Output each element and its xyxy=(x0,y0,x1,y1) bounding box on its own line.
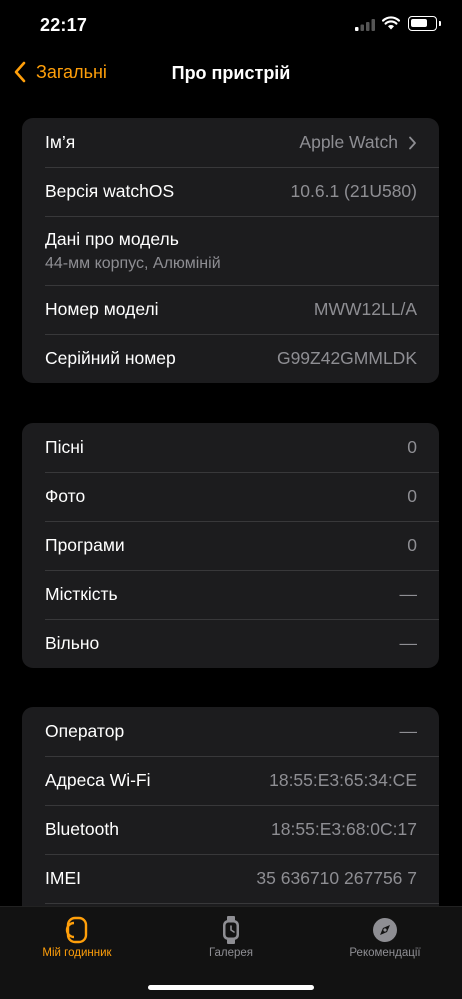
navigation-bar: Загальні Про пристрій xyxy=(0,50,462,98)
row-label: Оператор xyxy=(45,721,125,741)
row-value: 0 xyxy=(407,486,417,506)
row-subtitle: 44-мм корпус, Алюміній xyxy=(45,254,221,272)
page-title: Про пристрій xyxy=(171,63,291,83)
row-model-number: Номер моделі MWW12LL/A xyxy=(22,285,439,334)
row-label: Ім’я xyxy=(45,132,76,152)
wifi-icon xyxy=(382,16,400,30)
row-imei: IMEI 35 636710 267756 7 xyxy=(22,854,439,903)
row-label: Bluetooth xyxy=(45,819,119,839)
row-carrier: Оператор — xyxy=(22,707,439,756)
battery-tip xyxy=(439,21,441,26)
row-value: 10.6.1 (21U580) xyxy=(290,181,417,201)
row-name[interactable]: Ім’я Apple Watch xyxy=(22,118,439,167)
cellular-signal-icon xyxy=(355,19,375,31)
compass-icon xyxy=(373,918,397,942)
tab-my-watch[interactable]: Мій годинник xyxy=(0,907,154,977)
row-label: Версія watchOS xyxy=(45,181,175,201)
row-label: Дані про модель xyxy=(45,228,179,249)
status-time: 22:17 xyxy=(40,15,88,35)
watch-face-icon xyxy=(65,916,88,944)
row-value: Apple Watch xyxy=(299,132,398,152)
row-label: Вільно xyxy=(45,633,100,653)
row-available: Вільно — xyxy=(22,619,439,668)
row-value: MWW12LL/A xyxy=(313,299,417,319)
row-label: Номер моделі xyxy=(45,299,159,319)
row-songs: Пісні 0 xyxy=(22,423,439,472)
chevron-right-icon xyxy=(409,136,416,149)
row-value: — xyxy=(399,721,418,741)
row-label: Місткість xyxy=(45,584,118,604)
row-value: 18:55:E3:68:0C:17 xyxy=(271,819,417,839)
row-label: Програми xyxy=(45,535,125,555)
storage-group: Пісні 0 Фото 0 Програми 0 Місткість — Ві… xyxy=(22,423,439,668)
row-label: Фото xyxy=(45,486,86,506)
tab-recommendations[interactable]: Рекомендації xyxy=(308,907,462,977)
tab-gallery[interactable]: Галерея xyxy=(154,907,308,977)
watch-icon xyxy=(223,916,239,944)
row-bluetooth: Bluetooth 18:55:E3:68:0C:17 xyxy=(22,805,439,854)
row-value: — xyxy=(399,584,418,604)
row-model-info: Дані про модель 44-мм корпус, Алюміній xyxy=(22,216,439,285)
row-value: 0 xyxy=(407,437,417,457)
row-value: — xyxy=(399,633,418,653)
row-photos: Фото 0 xyxy=(22,472,439,521)
row-value: 18:55:E3:65:34:CE xyxy=(269,770,417,790)
home-indicator xyxy=(148,985,314,990)
tab-label: Мій годинник xyxy=(42,947,112,959)
device-info-group: Ім’я Apple Watch Версія watchOS 10.6.1 (… xyxy=(22,118,439,383)
tab-label: Галерея xyxy=(208,947,254,959)
row-value: 0 xyxy=(407,535,417,555)
battery-icon xyxy=(408,16,437,31)
row-label: Пісні xyxy=(45,437,84,457)
row-watchos-version: Версія watchOS 10.6.1 (21U580) xyxy=(22,167,439,216)
battery-fill xyxy=(411,19,427,27)
row-capacity: Місткість — xyxy=(22,570,439,619)
row-label: IMEI xyxy=(45,868,81,888)
tab-label: Рекомендації xyxy=(349,947,421,959)
row-apps: Програми 0 xyxy=(22,521,439,570)
row-value: 35 636710 267756 7 xyxy=(256,868,417,888)
row-wifi-address: Адреса Wi-Fi 18:55:E3:65:34:CE xyxy=(22,756,439,805)
row-serial-number: Серійний номер G99Z42GMMLDK xyxy=(22,334,439,383)
status-bar: 22:17 xyxy=(0,0,462,50)
row-value: G99Z42GMMLDK xyxy=(276,348,417,368)
row-label: Адреса Wi-Fi xyxy=(45,770,151,790)
row-label: Серійний номер xyxy=(45,348,176,368)
